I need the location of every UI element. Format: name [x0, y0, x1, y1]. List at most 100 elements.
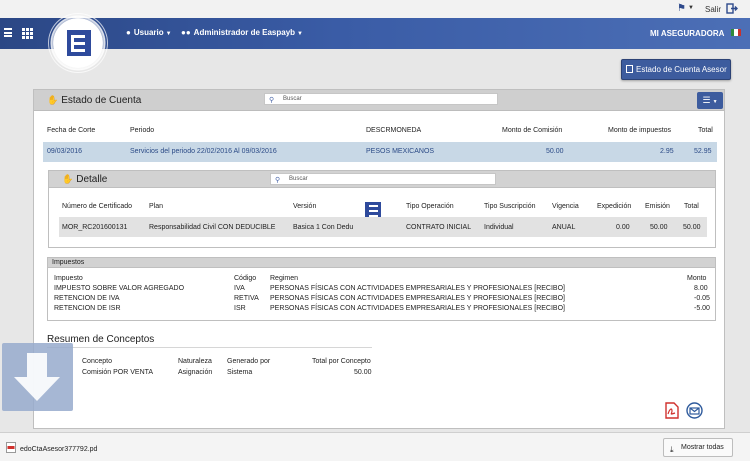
col-concepto: Concepto [82, 358, 112, 365]
apps-grid-icon[interactable] [22, 28, 34, 39]
downloads-bar: edoCtaAsesor377792.pd ⤓ Mostrar todas [0, 432, 750, 461]
usuario-menu[interactable]: ● Usuario ▼ [126, 28, 172, 37]
row-periodo: Servicios del periodo 22/02/2016 Al 09/0… [130, 148, 277, 155]
table-row[interactable]: 09/03/2016 Servicios del periodo 22/02/2… [43, 142, 717, 162]
row-fecha: 09/03/2016 [47, 148, 83, 155]
download-indicator [2, 343, 73, 411]
impuesto-monto: -5.00 [694, 305, 710, 312]
row-moneda: PESOS MEXICANOS [366, 148, 435, 155]
impuesto-codigo: IVA [234, 285, 245, 292]
pdf-file-icon [6, 442, 16, 453]
col-impuesto: Impuesto [54, 275, 83, 282]
estado-cuenta-panel: ✋ Estado de Cuenta ⚲ Buscar ☰ ▼ Fecha de Co… [33, 89, 725, 429]
users-icon: ●● [181, 28, 191, 37]
col-tipo-operacion: Tipo Operación [406, 203, 454, 210]
brand-name: MI ASEGURADORA [650, 29, 725, 38]
row-certificado: MOR_RC201600131 [62, 224, 128, 231]
table-row[interactable]: MOR_RC201600131 Responsabilidad Civil CO… [59, 217, 707, 237]
col-impuestos: Monto de impuestos [608, 127, 672, 134]
search-placeholder: Buscar [283, 96, 302, 102]
detalle-title: ✋ Detalle [62, 174, 107, 185]
row-tipo-suscripcion: Individual [484, 224, 514, 231]
resumen-concepto: Comisión POR VENTA [82, 369, 154, 376]
chevron-down-icon: ▼ [297, 31, 303, 37]
chevron-down-icon[interactable]: ▼ [688, 5, 694, 11]
estado-cuenta-asesor-button[interactable]: Estado de Cuenta Asesor [621, 59, 731, 80]
panel-title: ✋ Estado de Cuenta [47, 95, 141, 106]
hand-icon: ✋ [47, 95, 59, 105]
usuario-label: Usuario [133, 28, 164, 37]
col-fecha: Fecha de Corte [47, 127, 96, 134]
logout-icon[interactable] [726, 3, 738, 14]
col-comision: Monto de Comisión [502, 127, 563, 134]
impuesto-name: IMPUESTO SOBRE VALOR AGREGADO [54, 285, 185, 292]
admin-menu[interactable]: ●● Administrador de Easpayb ▼ [181, 28, 303, 37]
impuesto-name: RETENCION DE IVA [54, 295, 120, 302]
search-input[interactable]: ⚲ Buscar [264, 93, 498, 105]
row-emision: 50.00 [650, 224, 668, 231]
document-icon [626, 65, 633, 73]
impuesto-codigo: ISR [234, 305, 246, 312]
download-arrow-icon [14, 353, 60, 401]
pdf-icon[interactable] [664, 402, 679, 419]
col-generado: Generado por [227, 358, 271, 365]
col-certificado: Número de Certificado [62, 203, 133, 210]
resumen-naturaleza: Asignación [178, 369, 213, 376]
detalle-search-input[interactable]: ⚲ Buscar [270, 173, 496, 185]
impuesto-regimen: PERSONAS FÍSICAS CON ACTIVIDADES EMPRESA… [270, 305, 565, 312]
panel-header: ✋ Estado de Cuenta ⚲ Buscar ☰ ▼ [34, 90, 724, 111]
top-utility-bar: ⚑ ▼ Salir [0, 0, 750, 18]
options-menu-button[interactable]: ☰ ▼ [697, 92, 723, 109]
row-plan: Responsabilidad Civil CON DEDUCIBLE [149, 224, 276, 231]
divider [47, 347, 372, 348]
user-icon: ● [126, 28, 131, 37]
col-tipo-suscripcion: Tipo Suscripción [484, 203, 536, 210]
col-total: Total [698, 127, 713, 134]
resumen-generado: Sistema [227, 369, 253, 376]
mexico-flag-icon [731, 29, 741, 36]
col-plan: Plan [149, 203, 164, 210]
impuesto-monto: -0.05 [694, 295, 710, 302]
hand-icon: ✋ [62, 174, 74, 184]
row-comision: 50.00 [546, 148, 564, 155]
col-total-detalle: Total [684, 203, 699, 210]
col-periodo: Periodo [130, 127, 155, 134]
logo-icon [67, 30, 91, 56]
estado-cuenta-asesor-label: Estado de Cuenta Asesor [636, 65, 727, 74]
col-expedicion: Expedición [597, 203, 632, 210]
impuestos-title: Impuestos [48, 258, 715, 268]
download-icon: ⤓ [670, 445, 674, 454]
notifications-icon[interactable]: ⚑ [677, 4, 686, 14]
row-version: Basica 1 Con Dedu [293, 224, 354, 231]
detalle-panel: ✋ Detalle ⚲ Buscar Número de Certificado P… [48, 170, 716, 248]
panel-title-text: Estado de Cuenta [61, 95, 142, 106]
impuesto-codigo: RETIVA [234, 295, 259, 302]
resumen-total: 50.00 [354, 369, 372, 376]
col-codigo: Código [234, 275, 257, 282]
app-header: ● Usuario ▼ ●● Administrador de Easpayb ▼ MI… [0, 18, 750, 49]
impuesto-monto: 8.00 [694, 285, 708, 292]
col-monto: Monto [687, 275, 707, 282]
logout-link[interactable]: Salir [705, 5, 721, 14]
impuesto-regimen: PERSONAS FÍSICAS CON ACTIVIDADES EMPRESA… [270, 295, 565, 302]
row-impuestos: 2.95 [660, 148, 674, 155]
hamburger-menu-icon[interactable] [4, 28, 12, 37]
search-icon: ⚲ [269, 97, 275, 104]
row-total: 52.95 [694, 148, 712, 155]
col-vigencia: Vigencia [552, 203, 579, 210]
impuesto-name: RETENCION DE ISR [54, 305, 121, 312]
email-icon[interactable] [686, 402, 703, 419]
download-file-item[interactable]: edoCtaAsesor377792.pd [6, 442, 97, 453]
show-all-label: Mostrar todas [681, 444, 724, 451]
row-vigencia: ANUAL [552, 224, 576, 231]
col-naturaleza: Naturaleza [178, 358, 212, 365]
detalle-search-placeholder: Buscar [289, 176, 308, 182]
col-moneda: DESCRMONEDA [366, 127, 422, 134]
download-filename: edoCtaAsesor377792.pd [20, 446, 98, 453]
company-logo[interactable] [48, 13, 108, 73]
row-total-detalle: 50.00 [683, 224, 701, 231]
detalle-title-text: Detalle [76, 174, 108, 185]
col-version: Versión [293, 203, 317, 210]
show-all-downloads-button[interactable]: ⤓ Mostrar todas [663, 438, 733, 457]
chevron-down-icon: ▼ [165, 31, 172, 37]
